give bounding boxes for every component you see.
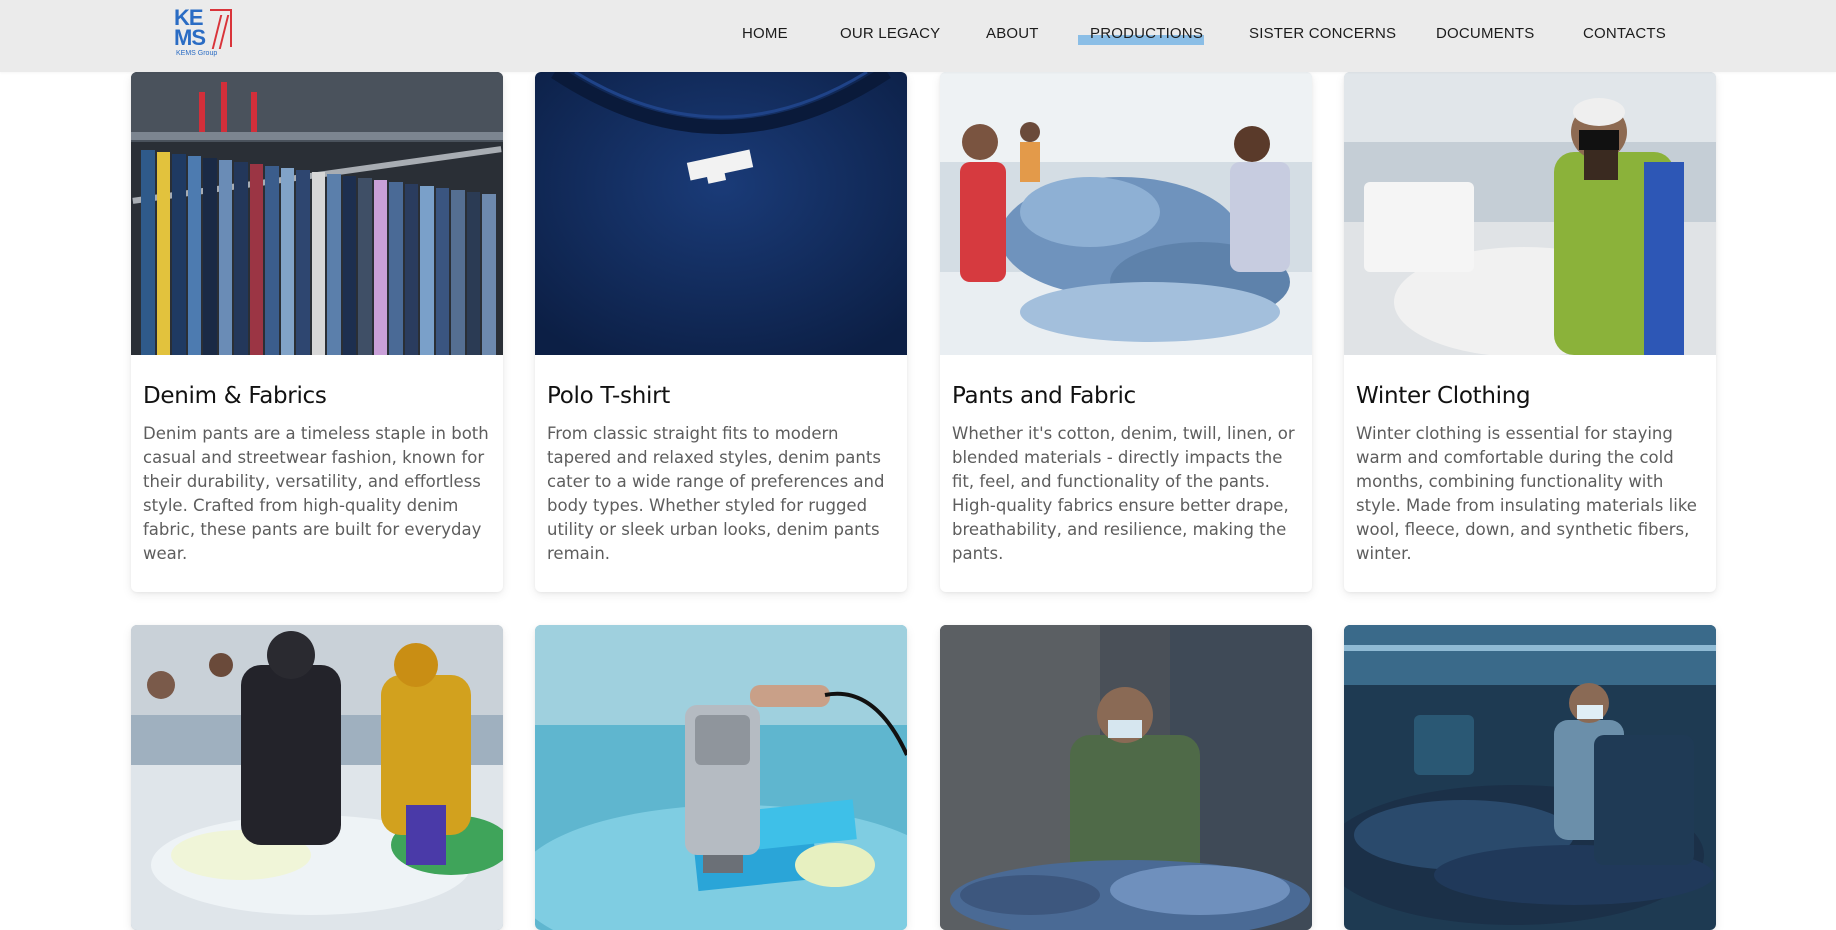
- garment-worker-sewing-photo: [1344, 72, 1716, 355]
- card-title: Pants and Fabric: [952, 383, 1136, 409]
- card-description: Winter clothing is essential for staying…: [1356, 424, 1697, 563]
- nav-about[interactable]: ABOUT: [986, 25, 1039, 42]
- card-description: Whether it's cotton, denim, twill, linen…: [952, 424, 1295, 563]
- logo-wordmark: KE MS: [174, 5, 206, 50]
- product-card-5[interactable]: [131, 625, 503, 930]
- product-card-6[interactable]: [535, 625, 907, 930]
- card-description: Denim pants are a timeless staple in bot…: [143, 424, 489, 563]
- product-card-7[interactable]: [940, 625, 1312, 930]
- factory-workers-sorting-denim-photo: [940, 72, 1312, 355]
- logo-mark-icon: [210, 9, 232, 47]
- product-card-polo-tshirt[interactable]: Polo T-shirt From classic straight fits …: [535, 72, 907, 592]
- product-card-pants-fabric[interactable]: Pants and Fabric Whether it's cotton, de…: [940, 72, 1312, 592]
- product-card-denim-fabrics[interactable]: Denim & Fabrics Denim pants are a timele…: [131, 72, 503, 592]
- kems-logo[interactable]: KE MS KEMS Group: [174, 5, 236, 60]
- nav-productions[interactable]: PRODUCTIONS: [1090, 25, 1203, 42]
- jeans-on-hangers-photo: [131, 72, 503, 355]
- navy-polo-tshirt-photo: [535, 72, 907, 355]
- nav-home[interactable]: HOME: [742, 25, 788, 42]
- nav-sister-concerns[interactable]: SISTER CONCERNS: [1249, 25, 1396, 42]
- top-navbar: KE MS KEMS Group HOME OUR LEGACY ABOUT P…: [0, 0, 1836, 72]
- card-title: Winter Clothing: [1356, 383, 1531, 409]
- card-title: Polo T-shirt: [547, 383, 670, 409]
- logo-subtitle: KEMS Group: [176, 50, 218, 57]
- worker-holding-denim-jacket-photo: [1344, 625, 1716, 930]
- nav-documents[interactable]: DOCUMENTS: [1436, 25, 1534, 42]
- nav-our-legacy[interactable]: OUR LEGACY: [840, 25, 940, 42]
- worker-marking-denim-photo: [940, 625, 1312, 930]
- card-description: From classic straight fits to modern tap…: [547, 424, 885, 563]
- product-card-winter-clothing[interactable]: Winter Clothing Winter clothing is essen…: [1344, 72, 1716, 592]
- heat-gun-on-tshirt-print-photo: [535, 625, 907, 930]
- nav-contacts[interactable]: CONTACTS: [1583, 25, 1666, 42]
- card-title: Denim & Fabrics: [143, 383, 327, 409]
- workers-sorting-printed-fabric-photo: [131, 625, 503, 930]
- product-card-8[interactable]: [1344, 625, 1716, 930]
